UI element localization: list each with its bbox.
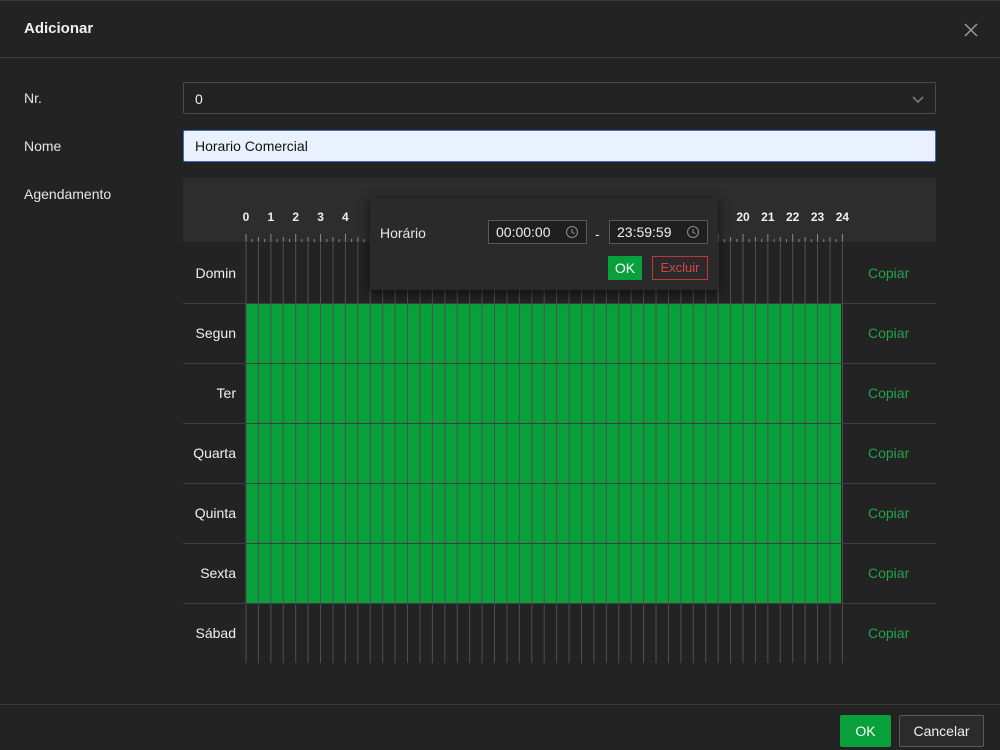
copy-link[interactable]: Copiar [868, 325, 909, 341]
clock-icon [565, 225, 579, 239]
day-label: Sábad [195, 625, 236, 641]
row-divider [183, 303, 936, 304]
active-period-block [246, 304, 841, 364]
day-label: Segun [195, 325, 236, 341]
day-label: Quinta [194, 505, 236, 521]
row-divider [183, 363, 936, 364]
end-time-input[interactable]: 23:59:59 [609, 220, 708, 244]
day-label: Ter [216, 385, 236, 401]
row-divider [183, 603, 936, 604]
start-time-input[interactable]: 00:00:00 [488, 220, 587, 244]
row-divider [183, 543, 936, 544]
day-label: Sexta [200, 565, 236, 581]
copy-link[interactable]: Copiar [868, 445, 909, 461]
day-label: Domin [195, 265, 236, 281]
time-label: Horário [380, 225, 426, 241]
copy-link[interactable]: Copiar [868, 625, 909, 641]
active-period-block [246, 424, 841, 484]
time-edit-popup: Horário 00:00:00 - 23:59:59 OK Excluir [370, 198, 718, 290]
copy-link[interactable]: Copiar [868, 505, 909, 521]
active-period-block [246, 544, 841, 604]
cancel-button[interactable]: Cancelar [899, 715, 984, 747]
popup-delete-button[interactable]: Excluir [652, 256, 708, 280]
ok-button[interactable]: OK [840, 715, 891, 747]
active-period-block [246, 484, 841, 544]
copy-link[interactable]: Copiar [868, 385, 909, 401]
popup-ok-button[interactable]: OK [608, 256, 642, 280]
schedule-grid[interactable] [0, 1, 1000, 750]
time-separator: - [595, 226, 600, 242]
copy-link[interactable]: Copiar [868, 265, 909, 281]
day-label: Quarta [193, 445, 236, 461]
copy-link[interactable]: Copiar [868, 565, 909, 581]
end-time-value: 23:59:59 [617, 224, 672, 240]
add-schedule-dialog: Adicionar Nr. 0 Nome Agendamento 0123420… [0, 0, 1000, 750]
active-period-block [246, 364, 841, 424]
row-divider [183, 423, 936, 424]
start-time-value: 00:00:00 [496, 224, 551, 240]
row-divider [183, 483, 936, 484]
clock-icon [686, 225, 700, 239]
